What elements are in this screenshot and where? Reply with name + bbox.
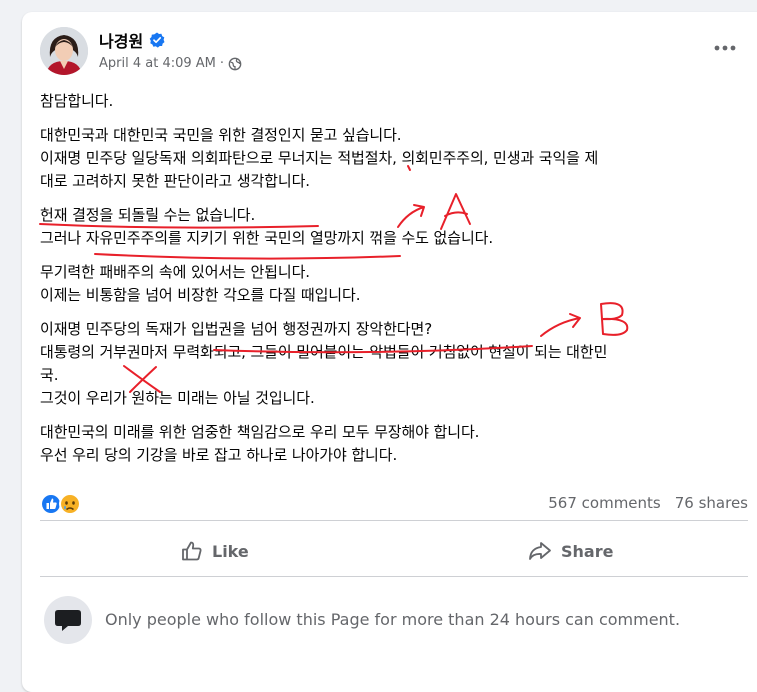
comment-restriction-notice: Only people who follow this Page for mor… [105,610,681,629]
post-line: 헌재 결정을 되돌릴 수는 없습니다. [40,206,256,224]
shares-count[interactable]: 76 shares [675,494,748,512]
comments-count[interactable]: 567 comments [548,494,660,512]
author-name[interactable]: 나경원 [99,28,143,52]
post-stats: 567 comments 76 shares [40,492,748,516]
post-timestamp[interactable]: April 4 at 4:09 AM [99,56,216,71]
meta-separator: · [219,56,225,71]
globe-icon [228,57,242,70]
post-line: 참담합니다. [40,92,114,110]
post-line: 그러나 자유민주주의를 지키기 위한 국민의 열망까지 꺾을 수도 없습니다. [40,229,494,247]
like-label: Like [212,541,249,561]
post-line: 이재명 민주당 일당독재 의회파탄으로 무너지는 적법절차, 의회민주주의, 민… [40,149,599,167]
thumbs-up-icon [182,541,202,561]
post-line: 대한민국과 대한민국 국민을 위한 결정인지 묻고 싶습니다. [40,126,402,144]
share-button[interactable]: Share [527,534,613,568]
stats-divider [40,520,748,521]
sad-reaction-icon [59,493,81,515]
post-card: 나경원 April 4 at 4:09 AM · 참담합니다. 대한민국과 대한… [22,12,757,692]
post-line: 대통령의 거부권마저 무력화되고, 그들이 밀어붙이는 악법들이 거침없이 현실… [40,343,608,361]
post-line: 대로 고려하지 못한 판단이라고 생각합니다. [40,172,310,190]
like-button[interactable]: Like [180,534,249,568]
actions-divider [40,576,748,577]
verified-badge-icon [149,32,165,48]
post-line: 우선 우리 당의 기강을 바로 잡고 하나로 나아가야 합니다. [40,446,398,464]
share-label: Share [561,541,614,561]
author-avatar[interactable] [40,27,88,75]
share-arrow-icon [529,542,551,560]
comment-bubble-icon [44,596,92,644]
author-name-row: 나경원 [99,28,165,52]
post-line: 무기력한 패배주의 속에 있어서는 안됩니다. [40,263,310,281]
post-line: 이재명 민주당의 독재가 입법권을 넘어 행정권까지 장악한다면? [40,320,433,338]
like-reaction-icon [40,493,62,515]
post-line: 그것이 우리가 원하는 미래는 아닐 것입니다. [40,389,315,407]
reaction-icons[interactable] [40,492,84,516]
engagement-counts: 567 comments 76 shares [548,494,748,512]
post-line: 이제는 비통함을 넘어 비장한 각오를 다질 때입니다. [40,286,361,304]
more-options-icon[interactable] [712,41,738,55]
post-text: 참담합니다. 대한민국과 대한민국 국민을 위한 결정인지 묻고 싶습니다. 이… [40,90,757,467]
post-meta: April 4 at 4:09 AM · [99,56,242,71]
post-line: 국. [40,366,59,384]
post-line: 대한민국의 미래를 위한 엄중한 책임감으로 우리 모두 무장해야 합니다. [40,423,480,441]
